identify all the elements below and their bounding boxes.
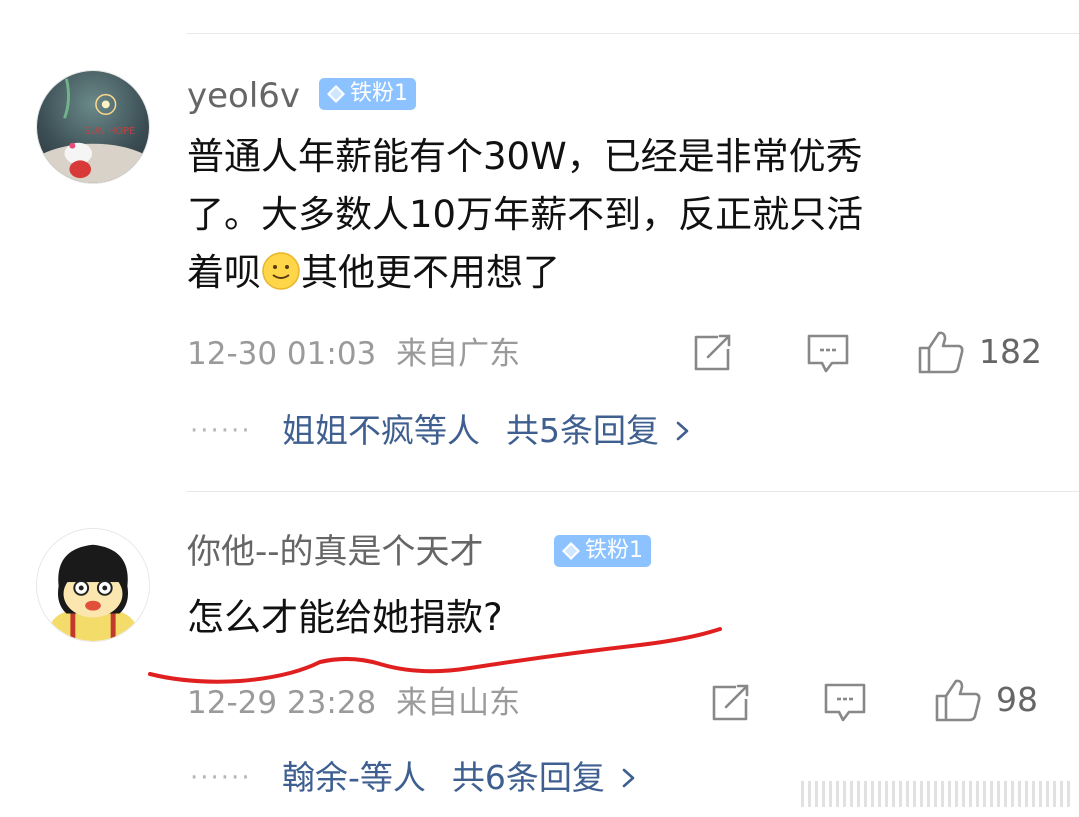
comment-item-2: 你他--的真是个天才 铁粉1 怎么才能给她捐款? 12-29 23:28 来自山… (0, 0, 1079, 817)
comment-icon (824, 683, 866, 722)
reply-count[interactable]: 共6条回复 (452, 757, 605, 799)
watermark (801, 781, 1071, 807)
share-icon (712, 684, 749, 721)
diamond-icon (562, 542, 580, 560)
thumbs-up-icon (935, 679, 981, 722)
like-button[interactable]: 98 (934, 678, 1038, 722)
comment-text: 怎么才能给她捐款? (187, 596, 503, 639)
like-count: 98 (996, 680, 1038, 719)
replies-link[interactable]: ······ 翰余-等人 共6条回复 (190, 757, 639, 799)
comment-meta: 12-29 23:28 来自山东 (187, 683, 520, 723)
chevron-right-icon (622, 768, 635, 788)
avatar-image (37, 529, 149, 641)
fan-badge[interactable]: 铁粉1 (554, 535, 651, 567)
badge-label: 铁粉1 (585, 538, 643, 563)
comment-time: 12-29 23:28 (187, 685, 377, 721)
share-button[interactable] (710, 683, 752, 723)
username[interactable]: 你他--的真是个天才 (187, 532, 484, 572)
ellipsis-icon: ······ (190, 763, 252, 793)
avatar[interactable] (36, 528, 150, 642)
reply-users[interactable]: 翰余-等人 (282, 757, 426, 799)
comment-location: 来自山东 (396, 685, 521, 721)
comment-button[interactable] (823, 682, 867, 724)
